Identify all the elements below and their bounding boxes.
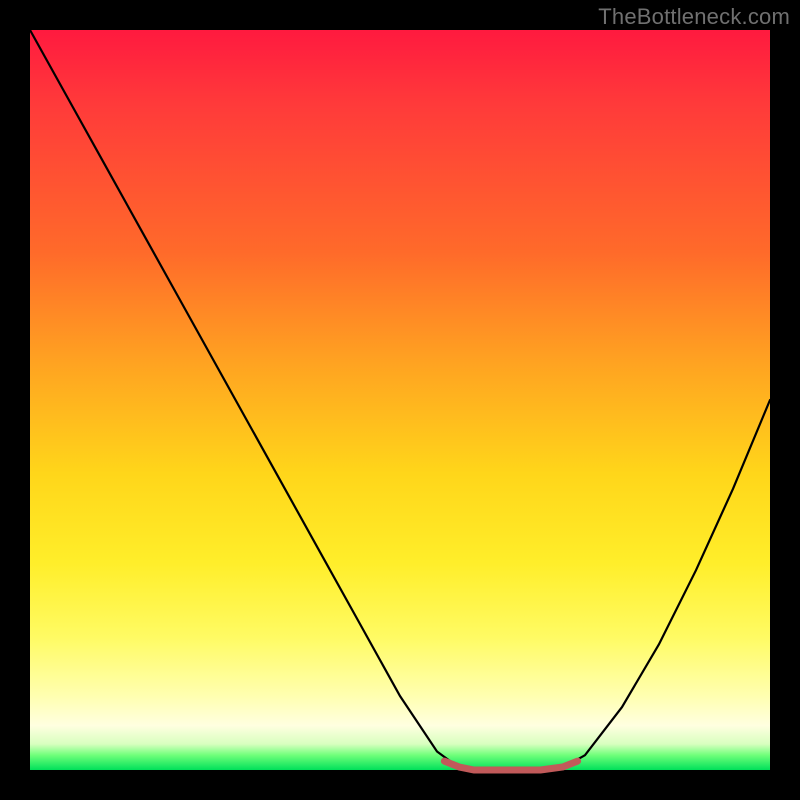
chart-svg [30, 30, 770, 770]
bottleneck-curve-path [30, 30, 770, 770]
watermark-text: TheBottleneck.com [598, 4, 790, 30]
optimal-segment-path [444, 761, 577, 770]
chart-frame: TheBottleneck.com [0, 0, 800, 800]
plot-area [30, 30, 770, 770]
